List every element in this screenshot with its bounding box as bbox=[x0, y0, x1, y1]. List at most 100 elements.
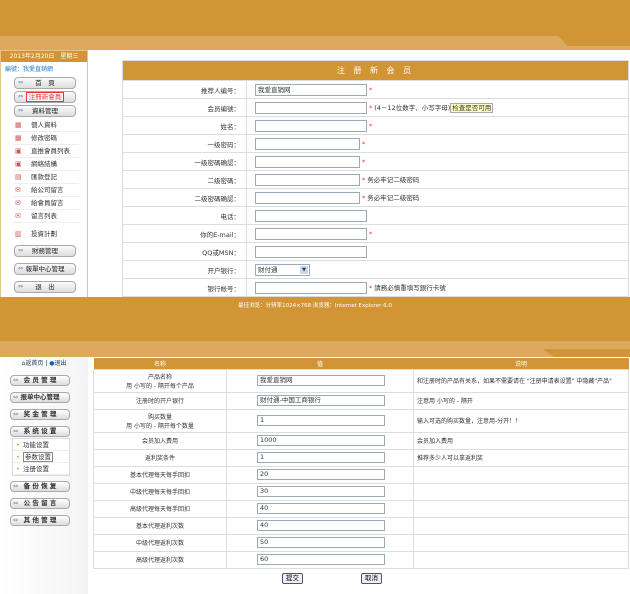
config-row: 中级代理返利次数 50 bbox=[93, 533, 629, 552]
arrow-icon: ⇔ bbox=[13, 427, 19, 435]
param-name: 返利奖条件 bbox=[144, 455, 175, 462]
param-input[interactable]: 我爱直销网 bbox=[257, 375, 385, 386]
nav-sub-item[interactable]: ✉ 給公司留言 bbox=[13, 184, 79, 197]
nav-button[interactable]: ⇔ 報單中心管理 bbox=[14, 263, 76, 275]
form-input[interactable] bbox=[255, 137, 360, 150]
field-label: QQ或MSN： bbox=[122, 242, 247, 261]
admin-nav-button[interactable]: ⇔ 备 份 恢 复 bbox=[10, 481, 70, 492]
config-row: 购买数量用 小写的 - 隔开每个数量 1 输入可选的购买数量，注意用-分开！！ bbox=[93, 408, 629, 433]
cancel-button[interactable]: 取消 bbox=[361, 573, 382, 584]
param-desc: 和注册时的产品有关系，如果不需要请在 "注册申请表设置" 中隐藏"产品" bbox=[413, 368, 629, 393]
arrow-icon: ⇔ bbox=[18, 107, 24, 114]
field-note: 务必牢记二级密码 bbox=[367, 193, 420, 202]
param-input[interactable]: 60 bbox=[257, 554, 385, 565]
nav-sub-item[interactable]: ▦ 修改密碼 bbox=[13, 132, 79, 145]
admin-nav-button[interactable]: ⇔ 其 他 管 理 bbox=[10, 515, 70, 526]
nav-sub-item[interactable]: ✉ 留言列表 bbox=[13, 210, 79, 223]
form-input[interactable] bbox=[255, 245, 367, 258]
home-link[interactable]: ⌂返首页 bbox=[22, 360, 44, 367]
form-row: 一级密碼确認： * bbox=[122, 152, 629, 171]
config-row: 返利奖条件 1 推荐多少人可以拿返利奖 bbox=[93, 448, 629, 467]
submenu-item[interactable]: 功能设置 bbox=[13, 439, 69, 451]
nav-sub-item[interactable]: ▣ 直推會員列表 bbox=[13, 145, 79, 158]
param-input[interactable]: 40 bbox=[257, 503, 385, 514]
form-input[interactable] bbox=[255, 101, 367, 114]
nav-sub-item[interactable]: ▤ 匯款登記 bbox=[13, 171, 79, 184]
chevron-down-icon: ▼ bbox=[300, 265, 308, 274]
footer-text: 最佳浏览：分辨率1024×768 浏览器：Internet Explorer 6… bbox=[238, 303, 392, 309]
field-label: 二级密碼确認： bbox=[122, 188, 247, 207]
param-input[interactable]: 1 bbox=[257, 415, 385, 426]
required-mark: * bbox=[369, 103, 373, 112]
field-label: 一级密码： bbox=[122, 134, 247, 153]
col-desc: 说明 bbox=[413, 358, 629, 369]
chart-icon: ▥ bbox=[15, 230, 22, 238]
tree-icon: ▣ bbox=[15, 160, 22, 168]
arrow-icon: ⇔ bbox=[18, 93, 24, 100]
field-label: 一级密碼确認： bbox=[122, 152, 247, 171]
nav-sub-item[interactable]: ▦ 個人資料 bbox=[13, 119, 79, 132]
form-input[interactable] bbox=[255, 281, 367, 294]
param-input[interactable]: 30 bbox=[257, 486, 385, 497]
form-input[interactable] bbox=[255, 209, 367, 222]
nav-sub-item[interactable]: ▣ 網絡結構 bbox=[13, 158, 79, 171]
required-mark: * bbox=[362, 175, 366, 184]
admin-nav-button[interactable]: ⇔ 报单中心管理 bbox=[10, 392, 70, 403]
form-input[interactable]: 我爱直销网 bbox=[255, 83, 367, 96]
param-name: 中级代理返利次数 bbox=[135, 540, 184, 547]
form-input[interactable] bbox=[255, 155, 360, 168]
nav-button[interactable]: ⇔ 注冊新會員 bbox=[14, 91, 76, 103]
param-input[interactable]: 财付通-中国工商银行 bbox=[257, 395, 385, 406]
arrow-icon: ⇔ bbox=[13, 499, 19, 507]
param-desc bbox=[413, 533, 629, 552]
col-value: 值 bbox=[226, 358, 414, 369]
param-desc: 输入可选的购买数量，注意用-分开！！ bbox=[413, 408, 629, 433]
form-row: 姓名： * bbox=[122, 116, 629, 135]
submit-button[interactable]: 提交 bbox=[282, 573, 303, 584]
admin-nav-button[interactable]: ⇔ 系 统 设 置 bbox=[10, 426, 70, 437]
config-table: 名称 值 说明 产品名称用 小写的 - 隔开每个产品 我爱直销网 和注册时的产品有关… bbox=[93, 358, 629, 569]
arrow-icon: ⇔ bbox=[13, 410, 19, 418]
nav-sub-item[interactable]: ▥ 投資計劃 bbox=[13, 228, 79, 241]
submenu-item[interactable]: 参数设置 bbox=[13, 451, 69, 463]
logout-link[interactable]: ●退出 bbox=[49, 360, 66, 367]
param-input[interactable]: 1 bbox=[257, 452, 385, 463]
field-label: 开户银行： bbox=[122, 260, 247, 279]
bank-select[interactable]: 财付通 ▼ bbox=[255, 263, 310, 276]
note-icon: ▤ bbox=[15, 173, 22, 181]
nav-button[interactable]: ⇔ 財務管理 bbox=[14, 245, 76, 257]
field-label: 电话： bbox=[122, 206, 247, 225]
param-input[interactable]: 40 bbox=[257, 520, 385, 531]
form-row: 二级密碼： * 务必牢记二级密码 bbox=[122, 170, 629, 189]
list-icon: ▣ bbox=[15, 147, 22, 155]
param-desc: 注意用 小写的 - 隔开 bbox=[413, 391, 629, 410]
admin-sidebar: ⌂返首页 | ●退出 ⇔ 会 员 管 理 ⇔ 报单中心管理 ⇔ 奖 金 管 理 ⇔ 系 统 设… bbox=[0, 357, 88, 594]
param-input[interactable]: 50 bbox=[257, 537, 385, 548]
arrow-icon: ⇔ bbox=[13, 393, 19, 401]
param-name: 基本代理每天每手回扣 bbox=[129, 472, 190, 479]
admin-nav-button[interactable]: ⇔ 公 告 留 言 bbox=[10, 498, 70, 509]
param-name: 高级代理每天每手回扣 bbox=[129, 506, 190, 513]
form-row: 开户银行： 财付通 ▼ bbox=[122, 260, 629, 279]
param-input[interactable]: 1000 bbox=[257, 435, 385, 446]
form-row: 二级密碼确認： * 务必牢记二级密码 bbox=[122, 188, 629, 207]
nav-sub-item[interactable]: ✉ 給會員留言 bbox=[13, 197, 79, 210]
home-links: ⌂返首页 | ●退出 bbox=[21, 360, 67, 367]
system-submenu: 功能设置参数设置注册设置 bbox=[12, 438, 70, 476]
field-note: 务必牢记二级密码 bbox=[367, 175, 420, 184]
admin-nav-button[interactable]: ⇔ 会 员 管 理 bbox=[10, 375, 70, 386]
form-input[interactable] bbox=[255, 173, 360, 186]
nav-button[interactable]: ⇔ 資料管理 bbox=[14, 105, 76, 117]
check-availability-button[interactable]: 检查是否可用 bbox=[450, 102, 494, 113]
admin-nav-button[interactable]: ⇔ 奖 金 管 理 bbox=[10, 409, 70, 420]
required-mark: * bbox=[369, 85, 373, 94]
form-input[interactable] bbox=[255, 227, 367, 240]
form-input[interactable] bbox=[255, 191, 360, 204]
form-input[interactable] bbox=[255, 119, 367, 132]
nav-button[interactable]: ⇔ 退 出 bbox=[14, 281, 76, 293]
form-row: 电话： bbox=[122, 206, 629, 225]
nav-button[interactable]: ⇔ 首 頁 bbox=[14, 77, 76, 89]
param-input[interactable]: 20 bbox=[257, 469, 385, 480]
config-row: 高级代理每天每手回扣 40 bbox=[93, 499, 629, 518]
submenu-item[interactable]: 注册设置 bbox=[13, 463, 69, 475]
